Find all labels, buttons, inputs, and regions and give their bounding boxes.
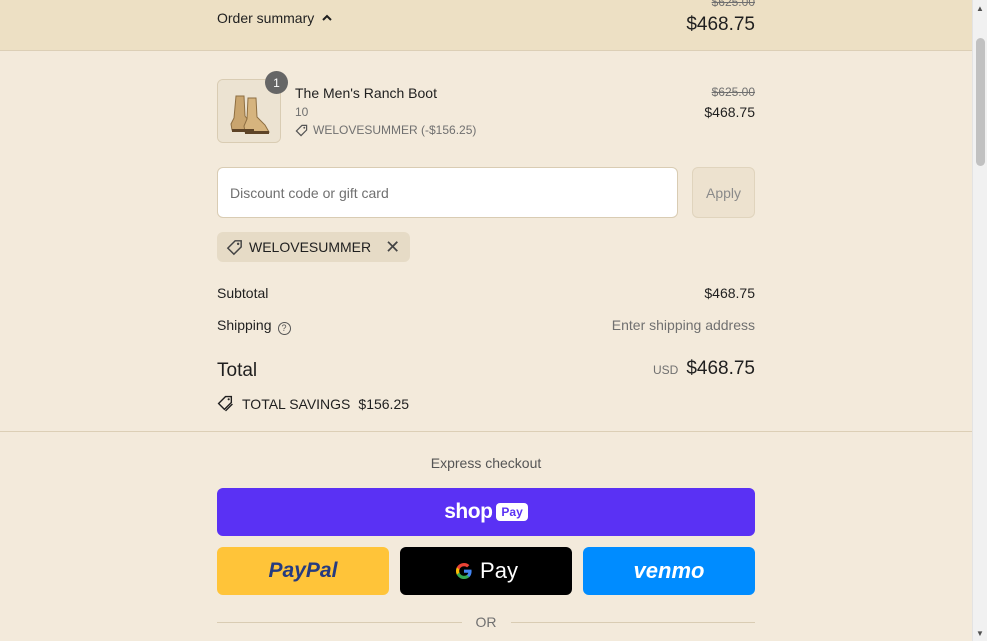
total-row: Total USD $468.75	[217, 358, 755, 382]
chevron-up-icon	[322, 14, 332, 21]
order-summary-toggle[interactable]: Order summary	[217, 10, 332, 26]
shop-pay-button[interactable]: shop Pay	[217, 488, 755, 536]
quantity-badge: 1	[265, 71, 288, 94]
google-pay-label: Pay	[480, 558, 518, 583]
venmo-button[interactable]: venmo	[583, 547, 755, 595]
shop-pay-logo: shop	[444, 500, 493, 523]
google-g-icon	[456, 563, 472, 579]
shipping-label: Shipping	[217, 317, 272, 333]
order-summary-bar: Order summary $625.00 $468.75	[0, 0, 972, 51]
paypal-button[interactable]: PayPal	[217, 547, 389, 595]
scroll-up-arrow-icon[interactable]: ▲	[976, 4, 984, 13]
currency-code: USD	[652, 363, 679, 377]
applied-discount-chip: WELOVESUMMER ✕	[217, 232, 411, 262]
help-icon[interactable]: ?	[277, 321, 291, 335]
total-label: Total	[217, 360, 258, 381]
venmo-logo: venmo	[633, 558, 705, 583]
scroll-down-arrow-icon[interactable]: ▼	[976, 629, 984, 638]
subtotal-value: $468.75	[704, 285, 755, 301]
subtotal-label: Subtotal	[217, 285, 269, 301]
product-original-price: $625.00	[711, 85, 755, 99]
applied-discount-code: WELOVESUMMER	[249, 239, 372, 255]
subtotal-row: Subtotal $468.75	[217, 285, 755, 301]
tag-icon	[226, 239, 242, 255]
total-amount: USD $468.75	[653, 358, 755, 380]
vertical-scrollbar[interactable]: ▲ ▼	[972, 0, 987, 641]
savings-label: TOTAL SAVINGS	[242, 395, 351, 412]
total-savings: TOTAL SAVINGS $156.25	[217, 395, 409, 412]
summary-total: $468.75	[686, 14, 755, 35]
apply-button[interactable]: Apply	[692, 167, 755, 218]
tag-icon	[295, 124, 308, 136]
product-variant: 10	[295, 105, 309, 119]
product-discount: WELOVESUMMER (-$156.25)	[295, 123, 476, 137]
product-discount-code: WELOVESUMMER (-$156.25)	[313, 123, 477, 137]
total-value: $468.75	[686, 358, 755, 379]
order-summary-label: Order summary	[217, 10, 315, 26]
summary-original-total: $625.00	[711, 0, 755, 9]
product-name: The Men's Ranch Boot	[295, 85, 437, 101]
shipping-value: Enter shipping address	[611, 317, 755, 333]
or-divider: OR	[217, 614, 755, 630]
divider-line	[510, 621, 755, 623]
scrollbar-thumb[interactable]	[976, 38, 985, 166]
discount-code-input[interactable]	[217, 167, 678, 218]
express-checkout-label: Express checkout	[430, 455, 542, 471]
tags-icon	[217, 395, 233, 412]
divider-line	[217, 621, 462, 623]
paypal-logo: PayPal	[269, 559, 338, 583]
product-price: $468.75	[704, 104, 755, 120]
order-summary-panel: 1 The Men's Ranch Boot 10 WELOVESUMMER (…	[0, 51, 972, 432]
or-label: OR	[475, 614, 497, 630]
remove-discount-icon[interactable]: ✕	[385, 238, 400, 256]
savings-value: $156.25	[358, 395, 410, 412]
paypal-label: PayPal	[268, 559, 338, 582]
shipping-row: Shipping? Enter shipping address	[217, 317, 755, 335]
google-pay-button[interactable]: Pay	[400, 547, 572, 595]
line-item: 1 The Men's Ranch Boot 10 WELOVESUMMER (…	[217, 71, 755, 143]
shop-pay-badge: Pay	[496, 503, 528, 521]
